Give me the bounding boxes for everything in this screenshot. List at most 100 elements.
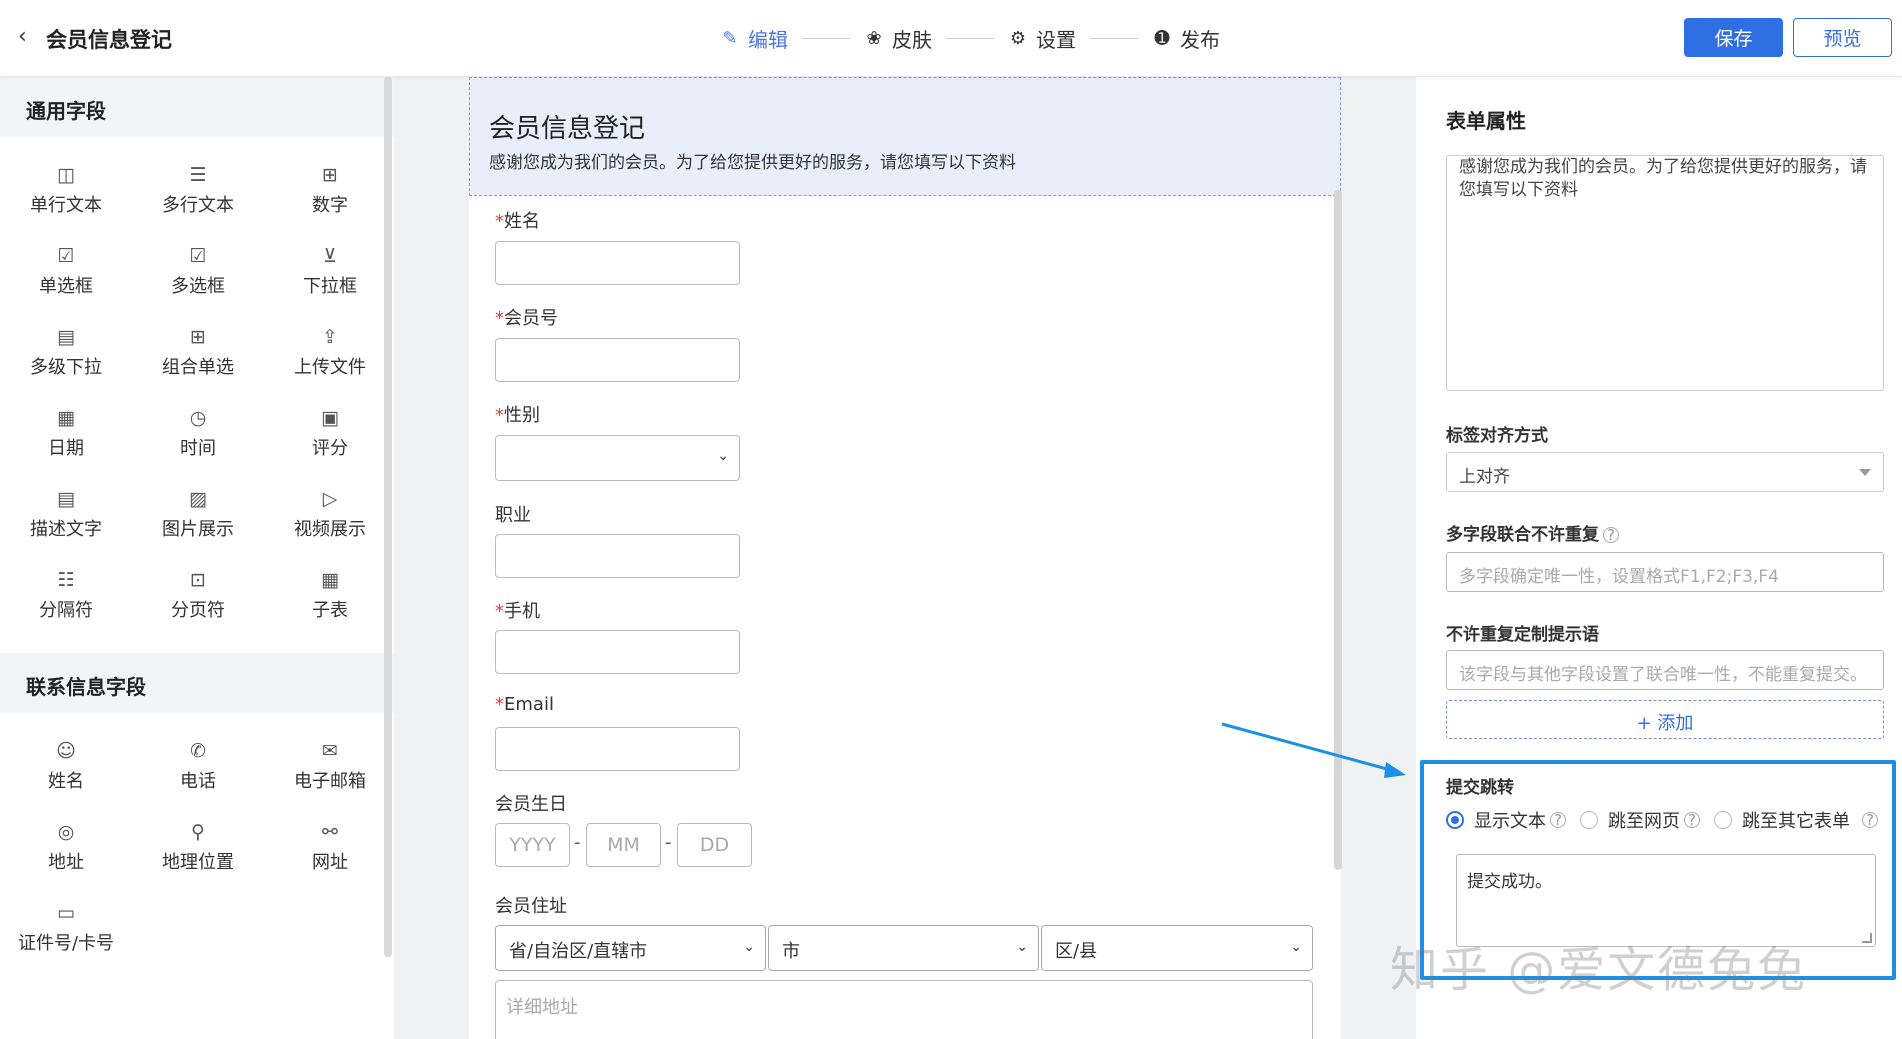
date-separator: - xyxy=(574,832,581,853)
top-bar: ‹ 会员信息登记 ✎ 编辑 ❀ 皮肤 ⚙ 设置 ➊ 发布 保存 预览 xyxy=(0,0,1902,77)
contact-fields-title: 联系信息字段 xyxy=(0,653,394,713)
field-type-label: 下拉框 xyxy=(303,275,357,297)
date-separator: - xyxy=(665,832,672,853)
general-field-12[interactable]: ▤ 描述文字 xyxy=(0,473,132,554)
general-field-1[interactable]: ☰ 多行文本 xyxy=(132,149,264,230)
field-type-icon: ▭ xyxy=(57,901,75,924)
contact-field-0[interactable]: ☺ 姓名 xyxy=(0,725,132,806)
palette-icon: ❀ xyxy=(866,28,882,49)
city-select[interactable]: 市 ⌄ xyxy=(768,925,1039,971)
field-type-icon: ⊞ xyxy=(322,163,338,186)
general-field-16[interactable]: ⊡ 分页符 xyxy=(132,554,264,635)
address-label: 会员住址 xyxy=(495,896,567,917)
chevron-down-icon: ⌄ xyxy=(743,939,755,955)
general-field-8[interactable]: ⇪ 上传文件 xyxy=(264,311,394,392)
properties-title: 表单属性 xyxy=(1446,109,1526,133)
email-input[interactable] xyxy=(495,727,740,771)
general-field-10[interactable]: ◷ 时间 xyxy=(132,392,264,473)
field-type-label: 子表 xyxy=(312,599,348,621)
name-label: *姓名 xyxy=(495,211,540,232)
job-input[interactable] xyxy=(495,534,740,578)
contact-field-2[interactable]: ✉ 电子邮箱 xyxy=(264,725,394,806)
gender-select[interactable]: ⌄ xyxy=(495,435,740,481)
contact-field-4[interactable]: ⚲ 地理位置 xyxy=(132,806,264,887)
field-type-icon: ☑ xyxy=(189,244,207,267)
general-field-2[interactable]: ⊞ 数字 xyxy=(264,149,394,230)
email-label: *Email xyxy=(495,694,554,715)
contact-field-6[interactable]: ▭ 证件号/卡号 xyxy=(0,887,132,968)
step-divider xyxy=(946,38,994,39)
contact-field-1[interactable]: ✆ 电话 xyxy=(132,725,264,806)
form-header[interactable]: 会员信息登记 感谢您成为我们的会员。为了给您提供更好的服务，请您填写以下资料 xyxy=(469,77,1341,196)
general-field-17[interactable]: ▦ 子表 xyxy=(264,554,394,635)
job-label: 职业 xyxy=(495,505,531,526)
general-field-15[interactable]: ☷ 分隔符 xyxy=(0,554,132,635)
birthday-month-input[interactable]: MM xyxy=(586,823,661,867)
general-field-13[interactable]: ▨ 图片展示 xyxy=(132,473,264,554)
member-no-input[interactable] xyxy=(495,338,740,382)
birthday-year-input[interactable]: YYYY xyxy=(495,823,570,867)
general-field-5[interactable]: ⊻ 下拉框 xyxy=(264,230,394,311)
field-type-label: 证件号/卡号 xyxy=(17,932,115,954)
birthday-label: 会员生日 xyxy=(495,794,567,815)
name-input[interactable] xyxy=(495,241,740,285)
field-type-label: 电子邮箱 xyxy=(294,770,366,792)
field-type-icon: ☺ xyxy=(56,739,76,762)
province-select[interactable]: 省/自治区/直辖市 ⌄ xyxy=(495,925,766,971)
general-field-7[interactable]: ⊞ 组合单选 xyxy=(132,311,264,392)
general-field-3[interactable]: ☑ 单选框 xyxy=(0,230,132,311)
address-detail-input[interactable]: 详细地址 xyxy=(495,980,1313,1039)
general-field-6[interactable]: ▤ 多级下拉 xyxy=(0,311,132,392)
field-type-icon: ⊞ xyxy=(190,325,206,348)
field-type-label: 分页符 xyxy=(171,599,225,621)
step-settings[interactable]: ⚙ 设置 xyxy=(1008,24,1076,53)
district-select[interactable]: 区/县 ⌄ xyxy=(1041,925,1313,971)
field-type-label: 描述文字 xyxy=(30,518,102,540)
general-field-11[interactable]: ▣ 评分 xyxy=(264,392,394,473)
step-divider xyxy=(1090,38,1138,39)
field-type-label: 视频展示 xyxy=(294,518,366,540)
field-type-icon: ▦ xyxy=(321,568,339,591)
page-title: 会员信息登记 xyxy=(46,28,172,52)
general-field-0[interactable]: ◫ 单行文本 xyxy=(0,149,132,230)
unique-message-input[interactable]: 该字段与其他字段设置了联合唯一性，不能重复提交。 xyxy=(1446,650,1884,690)
contact-field-3[interactable]: ◎ 地址 xyxy=(0,806,132,887)
field-type-label: 上传文件 xyxy=(294,356,366,378)
label-align-title: 标签对齐方式 xyxy=(1446,426,1548,446)
help-icon[interactable]: ? xyxy=(1603,527,1619,543)
phone-input[interactable] xyxy=(495,630,740,674)
member-no-label: *会员号 xyxy=(495,308,558,329)
preview-button[interactable]: 预览 xyxy=(1793,18,1892,57)
birthday-day-input[interactable]: DD xyxy=(677,823,752,867)
province-value: 省/自治区/直辖市 xyxy=(509,941,648,962)
general-field-14[interactable]: ▷ 视频展示 xyxy=(264,473,394,554)
form-description-textarea[interactable]: 感谢您成为我们的会员。为了给您提供更好的服务，请您填写以下资料 xyxy=(1446,155,1884,391)
gear-icon: ⚙ xyxy=(1009,28,1027,49)
watermark: 知乎 @爱文德兔兔 xyxy=(1390,942,1808,998)
form-canvas: 会员信息登记 感谢您成为我们的会员。为了给您提供更好的服务，请您填写以下资料 *… xyxy=(469,77,1341,1039)
field-type-label: 单行文本 xyxy=(30,194,102,216)
general-fields-grid: ◫ 单行文本 ☰ 多行文本 ⊞ 数字 ☑ 单选框 ☑ 多选框 ⊻ 下拉框 ▤ 多级下拉 ⊞ 组合单选 ⇪ 上传文件… xyxy=(0,149,394,635)
field-type-icon: ✉ xyxy=(322,739,338,762)
general-field-9[interactable]: ▦ 日期 xyxy=(0,392,132,473)
field-type-label: 评分 xyxy=(312,437,348,459)
field-type-label: 图片展示 xyxy=(162,518,234,540)
unique-fields-input[interactable]: 多字段确定唯一性，设置格式F1,F2;F3,F4 xyxy=(1446,552,1884,592)
contact-field-5[interactable]: ⚯ 网址 xyxy=(264,806,394,887)
chevron-left-icon[interactable]: ‹ xyxy=(18,24,27,49)
field-type-label: 电话 xyxy=(180,770,216,792)
left-scrollbar[interactable] xyxy=(384,77,392,957)
field-type-icon: ◎ xyxy=(57,820,75,843)
general-field-4[interactable]: ☑ 多选框 xyxy=(132,230,264,311)
step-nav: ✎ 编辑 ❀ 皮肤 ⚙ 设置 ➊ 发布 xyxy=(720,24,1220,53)
step-skin[interactable]: ❀ 皮肤 xyxy=(864,24,932,53)
save-button[interactable]: 保存 xyxy=(1684,18,1783,57)
chevron-down-icon: ⌄ xyxy=(1016,939,1028,955)
field-type-label: 组合单选 xyxy=(162,356,234,378)
step-publish[interactable]: ➊ 发布 xyxy=(1152,24,1220,53)
field-type-label: 分隔符 xyxy=(39,599,93,621)
add-button[interactable]: + 添加 xyxy=(1446,700,1884,739)
field-type-icon: ⚲ xyxy=(191,820,205,843)
label-align-select[interactable]: 上对齐 xyxy=(1446,452,1884,492)
step-edit[interactable]: ✎ 编辑 xyxy=(720,24,788,53)
